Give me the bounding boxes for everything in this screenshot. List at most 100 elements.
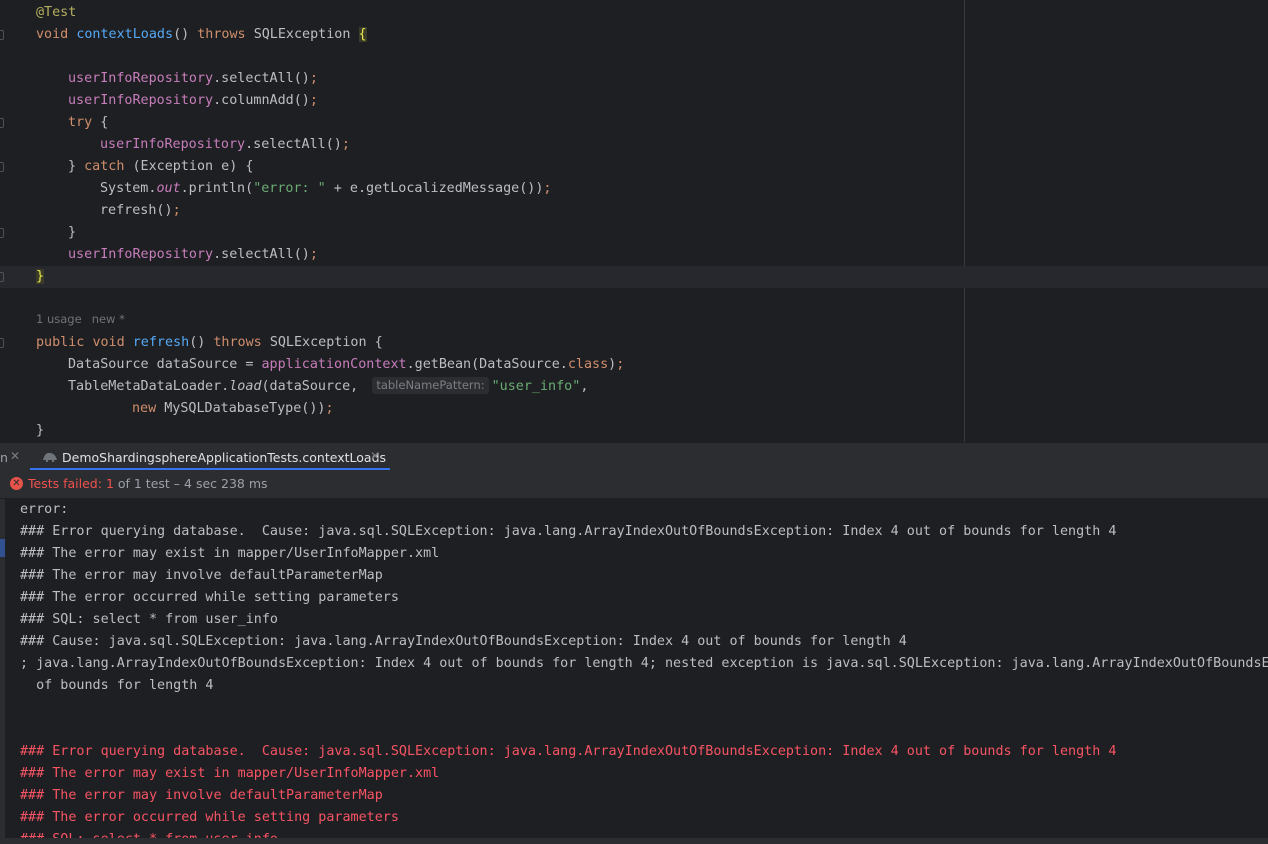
console-line: ### The error may exist in mapper/UserIn… [20, 546, 440, 561]
code-text: userInfoRepository.selectAll(); [100, 134, 350, 156]
code-token: applicationContext [261, 357, 407, 372]
usage-inlay-hint[interactable]: 1 usage new * [36, 312, 135, 326]
test-status-text: Tests failed: 1 of 1 test – 4 sec 238 ms [28, 476, 268, 491]
code-token: try [68, 115, 101, 130]
console-line: ; java.lang.ArrayIndexOutOfBoundsExcepti… [20, 656, 1268, 671]
code-token: .selectAll() [245, 137, 342, 152]
code-text: TableMetaDataLoader.load(dataSource, tab… [68, 376, 588, 398]
code-line[interactable]: new MySQLDatabaseType()); [0, 398, 1268, 420]
console-output[interactable]: error: ### Error querying database. Cause… [0, 499, 1268, 844]
code-line[interactable]: } [0, 222, 1268, 244]
code-line[interactable]: } [0, 266, 1268, 288]
code-token: ; [309, 247, 318, 262]
code-token: { [100, 115, 109, 130]
code-line[interactable]: } catch (Exception e) { [0, 156, 1268, 178]
run-tab-bar: n ✕ DemoShardingsphereApplicationTests.c… [0, 442, 1268, 471]
code-token: TableMetaDataLoader. [68, 379, 230, 394]
run-config-icon [43, 452, 57, 462]
code-line[interactable] [0, 310, 1268, 332]
code-token: .getBean(DataSource. [406, 357, 568, 372]
tests-failed-label: Tests failed: [28, 476, 102, 491]
code-token: out [156, 181, 181, 196]
code-token: ; [341, 137, 350, 152]
fold-marker-icon[interactable] [0, 272, 4, 282]
code-text: System.out.println("error: " + e.getLoca… [100, 178, 551, 200]
code-token: ; [172, 203, 181, 218]
code-token: SQLException { [269, 335, 383, 350]
console-line: ### SQL: select * from user_info [20, 612, 278, 627]
code-token: userInfoRepository [68, 93, 214, 108]
fold-marker-icon[interactable] [0, 30, 4, 40]
fold-marker-icon[interactable] [0, 162, 4, 172]
code-line[interactable]: userInfoRepository.selectAll(); [0, 134, 1268, 156]
previous-tab-label[interactable]: n [0, 450, 8, 465]
close-icon[interactable]: ✕ [370, 449, 380, 463]
code-line[interactable]: System.out.println("error: " + e.getLoca… [0, 178, 1268, 200]
usage-count[interactable]: 1 usage [36, 312, 82, 326]
code-line[interactable]: userInfoRepository.selectAll(); [0, 244, 1268, 266]
code-line[interactable] [0, 46, 1268, 68]
code-line[interactable]: } [0, 420, 1268, 442]
code-token: catch [84, 159, 133, 174]
code-line[interactable] [0, 288, 1268, 310]
code-line[interactable]: TableMetaDataLoader.load(dataSource, tab… [0, 376, 1268, 398]
code-line[interactable]: userInfoRepository.selectAll(); [0, 68, 1268, 90]
code-line[interactable]: try { [0, 112, 1268, 134]
code-token: "error: " [253, 181, 326, 196]
code-text: DataSource dataSource = applicationConte… [68, 354, 624, 376]
code-token: } [36, 423, 45, 438]
code-token: System. [100, 181, 157, 196]
code-token: throws [213, 335, 270, 350]
code-token: ; [309, 71, 318, 86]
failed-count: 1 [105, 476, 114, 491]
console-line: ### Cause: java.sql.SQLException: java.l… [20, 634, 907, 649]
code-token: new [132, 401, 165, 416]
tab-run-contextloads[interactable]: DemoShardingsphereApplicationTests.conte… [30, 443, 390, 471]
code-line[interactable]: void contextLoads() throws SQLException … [0, 24, 1268, 46]
console-error-line: ### The error may involve defaultParamet… [20, 788, 383, 803]
code-text: refresh(); [100, 200, 181, 222]
code-line[interactable]: public void refresh() throws SQLExceptio… [0, 332, 1268, 354]
code-token: } [68, 159, 85, 174]
horizontal-scrollbar[interactable] [0, 838, 1268, 844]
code-text: userInfoRepository.selectAll(); [68, 68, 318, 90]
code-text: new MySQLDatabaseType()); [132, 398, 334, 420]
code-token: ; [325, 401, 334, 416]
code-token: , [580, 379, 589, 394]
code-editor[interactable]: @Test void contextLoads() throws SQLExcep… [0, 0, 1268, 442]
code-text: userInfoRepository.selectAll(); [68, 244, 318, 266]
code-token: throws [197, 27, 254, 42]
code-line[interactable]: refresh(); [0, 200, 1268, 222]
code-token: } [68, 225, 77, 240]
code-text: userInfoRepository.columnAdd(); [68, 90, 318, 112]
code-token: () [189, 335, 214, 350]
close-icon[interactable]: ✕ [10, 449, 20, 463]
fold-marker-icon[interactable] [0, 118, 4, 128]
console-error-line: ### The error occurred while setting par… [20, 810, 399, 825]
code-token: .selectAll() [213, 71, 310, 86]
console-gutter [0, 499, 5, 844]
console-error-line: ### Error querying database. Cause: java… [20, 744, 1117, 759]
code-token: load [229, 379, 262, 394]
code-line[interactable]: DataSource dataSource = applicationConte… [0, 354, 1268, 376]
code-token: userInfoRepository [68, 71, 214, 86]
code-token: ; [543, 181, 552, 196]
code-text: @Test [36, 2, 76, 24]
code-token: } [36, 269, 45, 284]
code-token: "user_info" [491, 379, 581, 394]
code-token: contextLoads [76, 27, 174, 42]
console-line: ### The error may involve defaultParamet… [20, 568, 383, 583]
code-token: (Exception e) { [132, 159, 254, 174]
code-line[interactable]: userInfoRepository.columnAdd(); [0, 90, 1268, 112]
fold-marker-icon[interactable] [0, 228, 4, 238]
code-text: } [36, 266, 45, 288]
code-text: void contextLoads() throws SQLException … [36, 24, 367, 46]
code-token: ; [309, 93, 318, 108]
usage-status: new * [91, 312, 125, 326]
fold-marker-icon[interactable] [0, 338, 4, 348]
code-token: void [92, 335, 133, 350]
code-line[interactable]: @Test [0, 2, 1268, 24]
code-token: userInfoRepository [68, 247, 214, 262]
code-token: refresh() [100, 203, 173, 218]
console-line: of bounds for length 4 [20, 678, 214, 693]
